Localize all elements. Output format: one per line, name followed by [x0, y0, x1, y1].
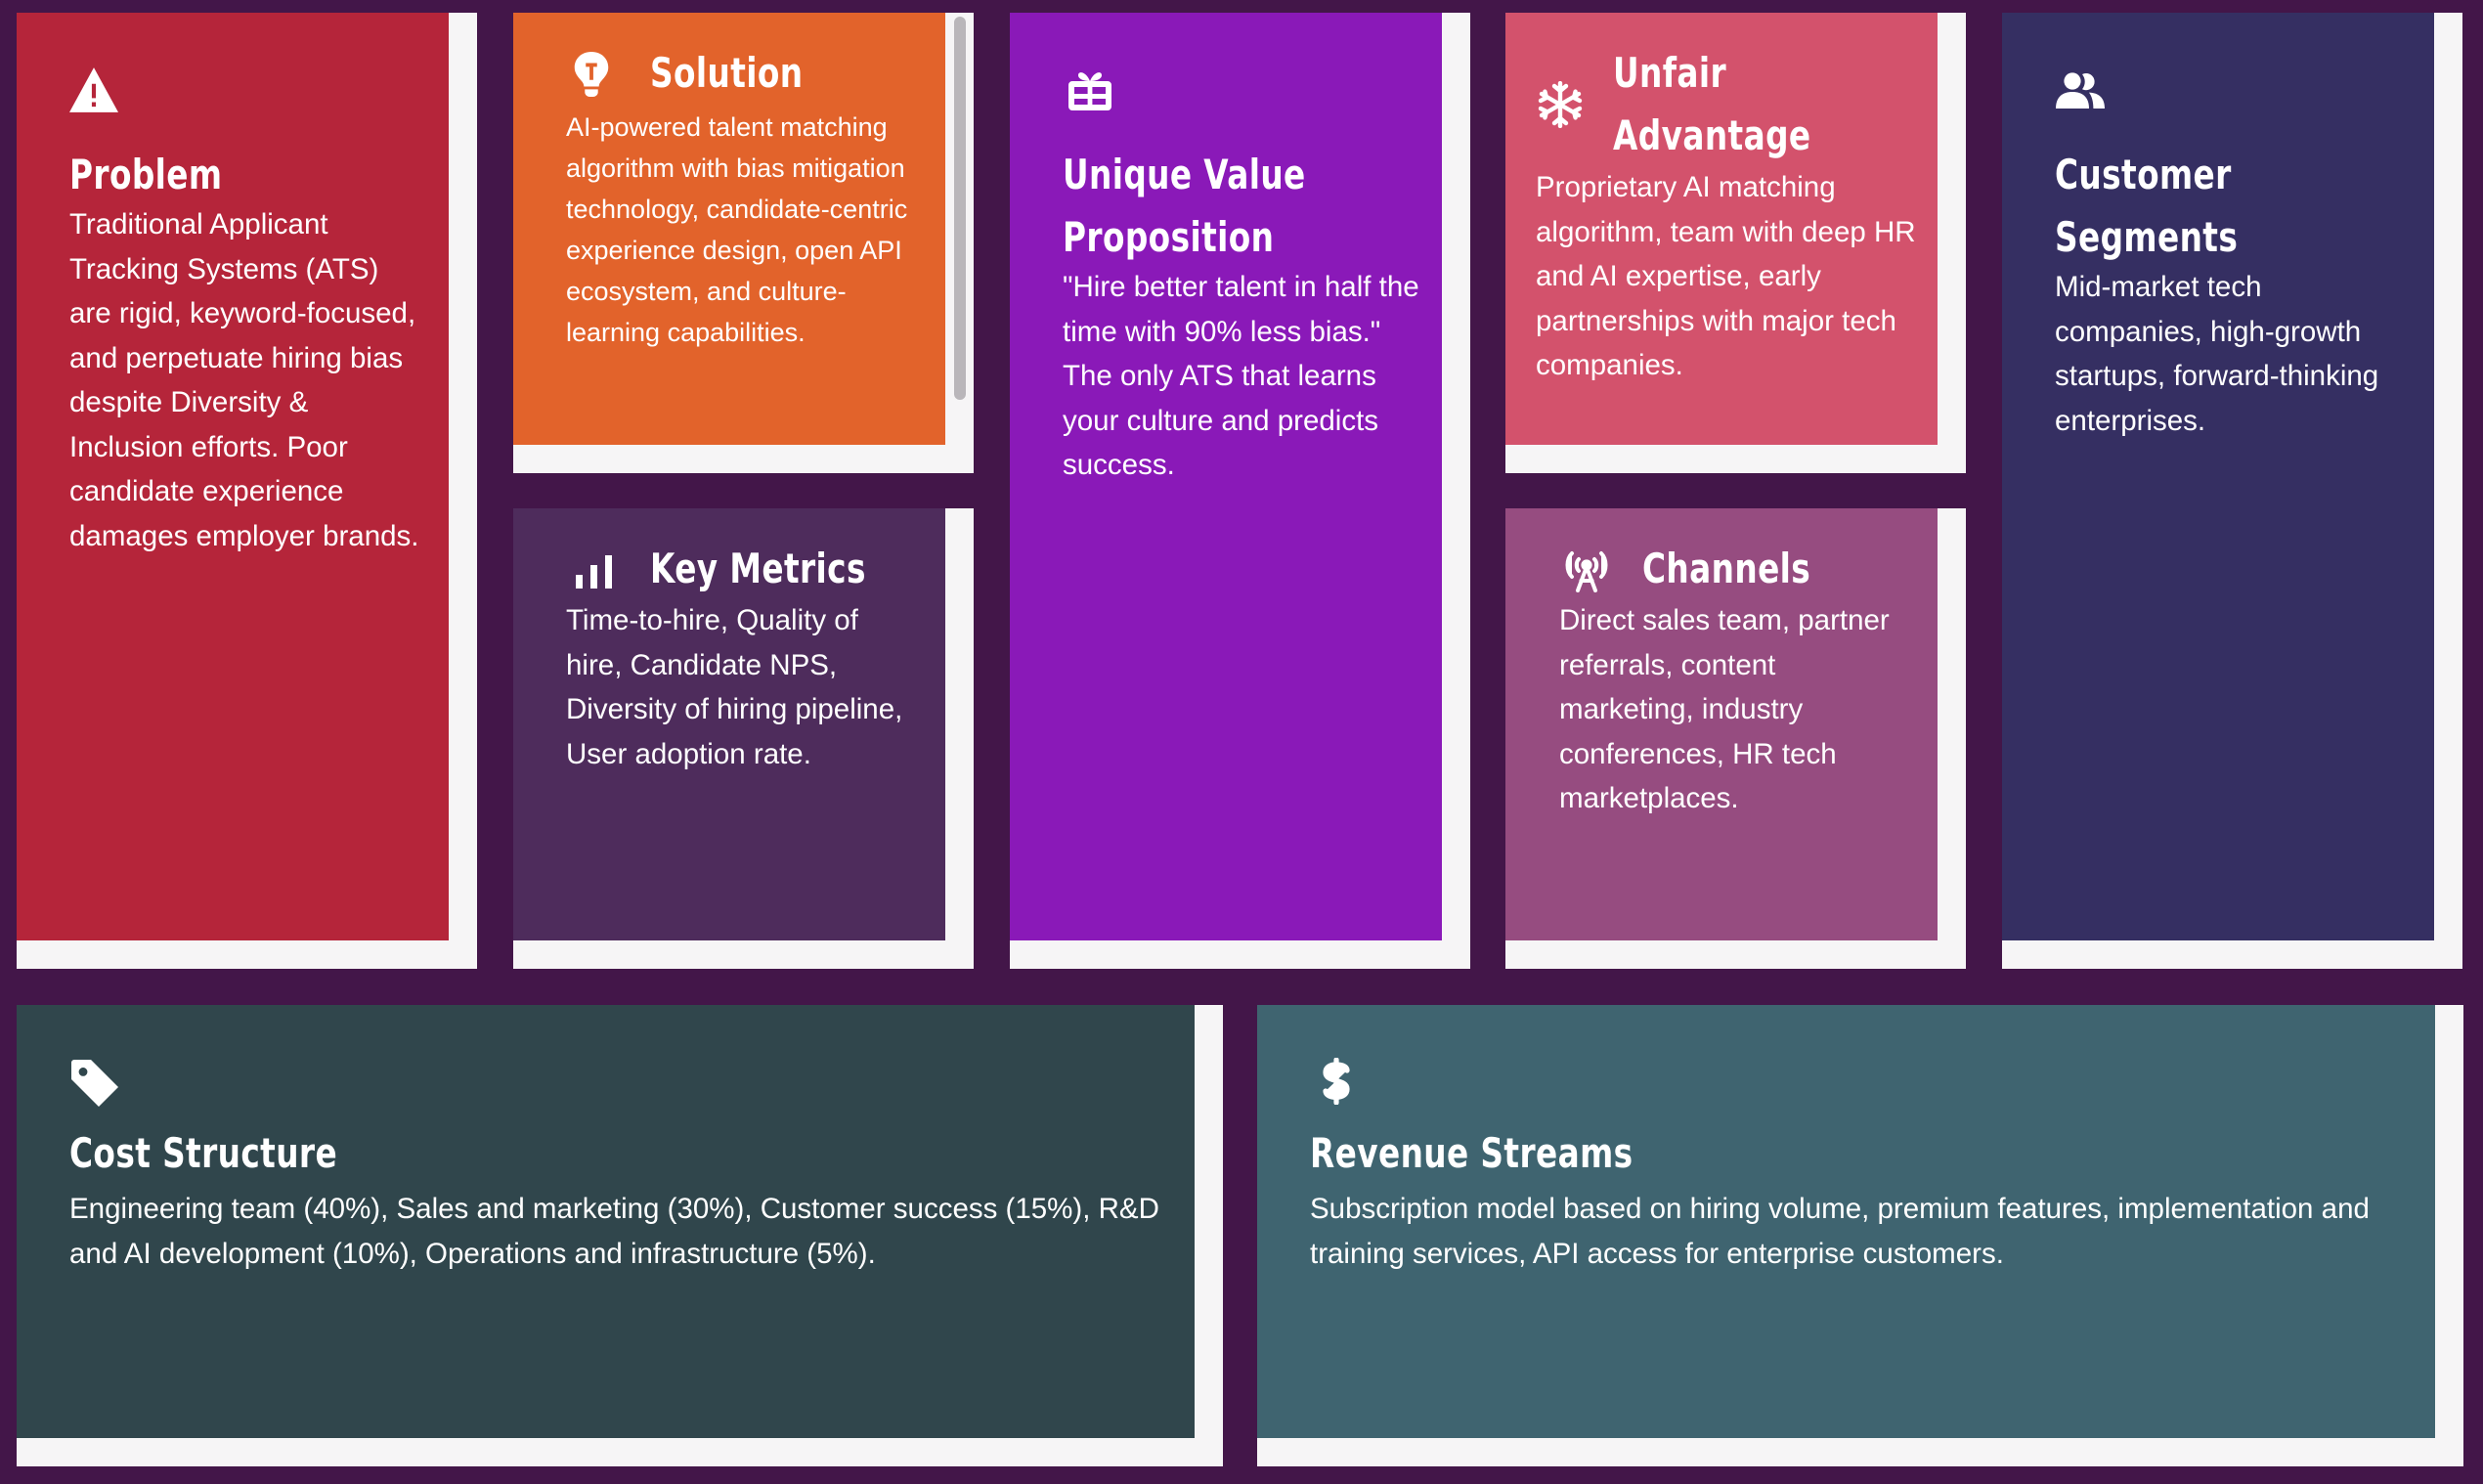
- problem-card: Problem Traditional Applicant Tracking S…: [17, 13, 477, 969]
- customer-segments-title: Customer Segments: [2055, 151, 2239, 261]
- solution-card-content: Solution AI-powered talent matching algo…: [513, 13, 945, 445]
- uvp-card-content: Unique Value Proposition "Hire better ta…: [1010, 13, 1442, 940]
- unfair-advantage-text: Proprietary AI matching algorithm, team …: [1536, 171, 1916, 381]
- lean-canvas: Problem Traditional Applicant Tracking S…: [0, 0, 2483, 1484]
- problem-text: Traditional Applicant Tracking Systems (…: [69, 208, 419, 552]
- channels-card-content: Channels Direct sales team, partner refe…: [1505, 508, 1938, 940]
- solution-scrollbar[interactable]: [954, 17, 966, 400]
- unfair-advantage-card-content: Unfair Advantage Proprietary AI matching…: [1505, 13, 1938, 445]
- uvp-text: "Hire better talent in half the time wit…: [1063, 271, 1419, 481]
- problem-card-content: Problem Traditional Applicant Tracking S…: [17, 13, 449, 940]
- gift-icon: [1067, 67, 1113, 110]
- key-metrics-card: Key Metrics Time-to-hire, Quality of hir…: [513, 508, 974, 969]
- key-metrics-text: Time-to-hire, Quality of hire, Candidate…: [566, 604, 903, 770]
- channels-text: Direct sales team, partner referrals, co…: [1559, 604, 1890, 814]
- users-icon: [2055, 71, 2106, 110]
- channels-card: Channels Direct sales team, partner refe…: [1505, 508, 1966, 969]
- tag-icon: [71, 1060, 118, 1107]
- warning-icon: [69, 67, 118, 112]
- unfair-advantage-card: Unfair Advantage Proprietary AI matching…: [1505, 13, 1966, 473]
- solution-card: Solution AI-powered talent matching algo…: [513, 13, 974, 473]
- channels-title: Channels: [1642, 545, 1811, 592]
- cost-structure-card-content: Cost Structure Engineering team (40%), S…: [17, 1005, 1195, 1438]
- broadcast-tower-icon: [1562, 549, 1611, 592]
- uvp-title: Unique Value Proposition: [1063, 151, 1306, 261]
- bar-chart-icon: [576, 555, 613, 589]
- revenue-streams-title: Revenue Streams: [1310, 1129, 1634, 1177]
- key-metrics-title: Key Metrics: [650, 545, 866, 592]
- cost-structure-card: Cost Structure Engineering team (40%), S…: [17, 1005, 1223, 1466]
- lightbulb-icon: [574, 52, 609, 97]
- uvp-card: Unique Value Proposition "Hire better ta…: [1010, 13, 1470, 969]
- unfair-advantage-title: Unfair Advantage: [1613, 49, 1811, 159]
- revenue-streams-card: Revenue Streams Subscription model based…: [1257, 1005, 2463, 1466]
- key-metrics-card-content: Key Metrics Time-to-hire, Quality of hir…: [513, 508, 945, 940]
- cost-structure-title: Cost Structure: [69, 1129, 338, 1177]
- snowflake-icon: [1537, 81, 1584, 128]
- customer-segments-text: Mid-market tech companies, high-growth s…: [2055, 271, 2379, 437]
- dollar-icon: [1322, 1058, 1351, 1105]
- customer-segments-card-content: Customer Segments Mid-market tech compan…: [2002, 13, 2434, 940]
- revenue-streams-text: Subscription model based on hiring volum…: [1310, 1193, 2370, 1270]
- customer-segments-card: Customer Segments Mid-market tech compan…: [2002, 13, 2462, 969]
- solution-text: AI-powered talent matching algorithm wit…: [566, 112, 908, 347]
- revenue-streams-card-content: Revenue Streams Subscription model based…: [1257, 1005, 2435, 1438]
- cost-structure-text: Engineering team (40%), Sales and market…: [69, 1193, 1159, 1270]
- solution-title: Solution: [650, 49, 804, 97]
- problem-title: Problem: [69, 151, 223, 198]
